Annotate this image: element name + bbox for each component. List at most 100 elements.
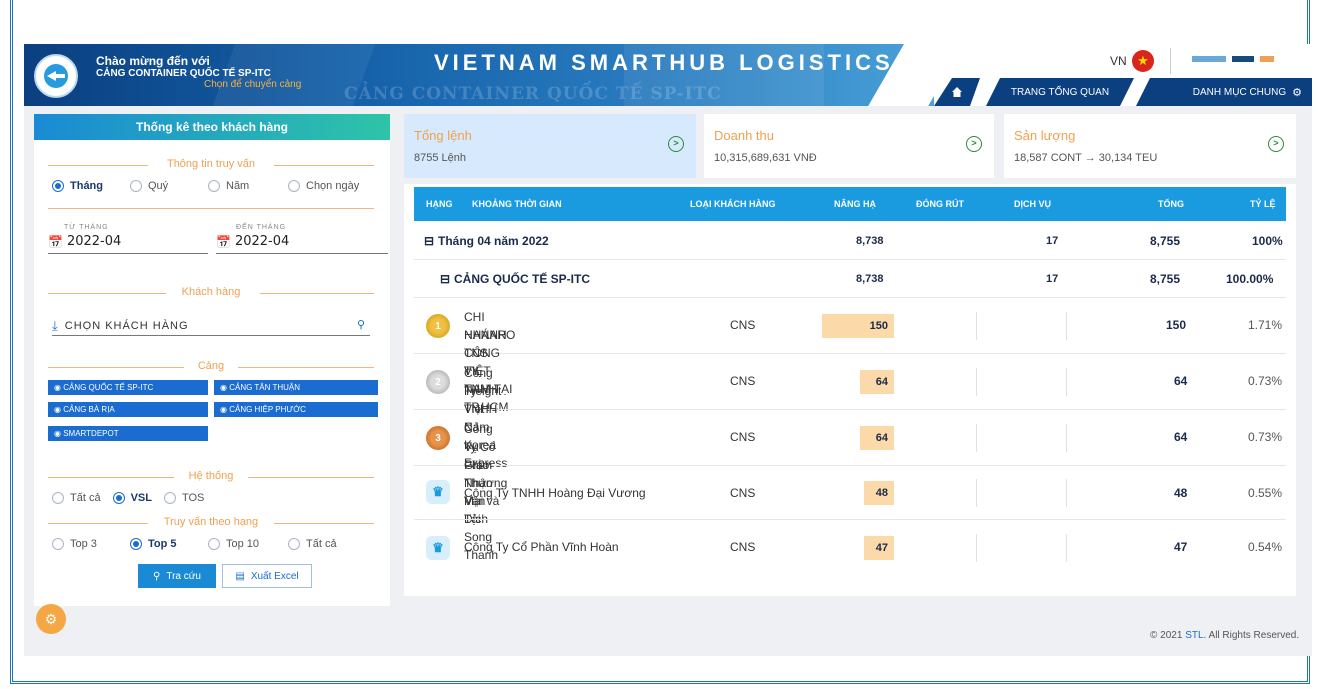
port-label: SMARTDEPOT	[63, 429, 119, 438]
ratio-value: 0.55%	[1248, 486, 1283, 500]
radio-system-tos[interactable]: TOS	[163, 492, 204, 504]
radio-rank-all[interactable]: Tất cả	[288, 538, 337, 550]
ratio-value: 0.73%	[1248, 430, 1283, 444]
nav-overview[interactable]: TRANG TỔNG QUAN	[986, 78, 1134, 106]
cell-divider	[976, 479, 977, 507]
cell-divider	[976, 312, 977, 340]
nav-catalog[interactable]: DANH MỤC CHUNG ⚙	[1136, 78, 1312, 106]
card-total-orders[interactable]: Tổng lệnh 8755 Lệnh >	[404, 114, 696, 178]
subgroup-row[interactable]: ⊟ CẢNG QUỐC TẾ SP-ITC 8,738 17 8,755 100…	[414, 260, 1286, 298]
search-button-label: Tra cứu	[166, 570, 201, 582]
cell-divider	[976, 424, 977, 452]
footer-brand-link[interactable]: STL	[1185, 630, 1203, 641]
file-icon: ▤	[235, 570, 245, 582]
radio-label: Tất cả	[70, 492, 101, 504]
period-radio-group: Tháng Quý Năm Chọn ngày	[52, 180, 359, 192]
search-icon[interactable]: ⚲	[357, 318, 366, 331]
filter-panel: Thống kê theo khách hàng Thông tin truy …	[34, 114, 390, 606]
customer-name: Công Ty TNHH Hoàng Đại Vương	[464, 486, 646, 500]
lift-value: 47	[864, 536, 894, 560]
table-row[interactable]: 3 Công Ty Cổ Phần Thương Mại và Dịch Vụ G…	[414, 410, 1286, 562]
total-value: 150	[1166, 318, 1187, 332]
user-name-placeholder	[1232, 56, 1254, 62]
card-title: Tổng lệnh	[414, 128, 472, 143]
arrow-right-icon[interactable]: >	[668, 136, 684, 152]
customer-select[interactable]: ⤓ CHỌN KHÁCH HÀNG ⚲	[52, 316, 370, 336]
export-excel-button[interactable]: ▤ Xuất Excel	[222, 564, 312, 588]
header-separator	[1170, 48, 1171, 74]
port-chip-ba-ria[interactable]: ◉ CẢNG BÀ RỊA	[48, 402, 208, 417]
home-icon	[951, 86, 963, 98]
export-button-label: Xuất Excel	[250, 570, 299, 582]
user-menu[interactable]	[1192, 56, 1274, 62]
radio-system-all[interactable]: Tất cả	[52, 492, 101, 504]
subgroup-ratio: 100.00%	[1226, 272, 1274, 286]
col-ratio: TỶ LỆ	[1250, 199, 1276, 209]
radio-label: Top 5	[148, 538, 177, 550]
card-revenue[interactable]: Doanh thu 10,315,689,631 VNĐ >	[704, 114, 994, 178]
section-port: Cảng	[48, 360, 374, 374]
radio-top3[interactable]: Top 3	[52, 538, 130, 550]
col-lift: NÂNG HẠ	[834, 199, 876, 209]
eye-icon: ◉	[54, 383, 64, 392]
panel-title: Thống kê theo khách hàng	[34, 114, 390, 140]
header: CẢNG CONTAINER QUỐC TẾ SP-ITC Chào mừng …	[24, 44, 1312, 106]
user-avatar-placeholder	[1260, 56, 1274, 62]
table-header: HẠNG KHOẢNG THỜI GIAN LOẠI KHÁCH HÀNG NÂ…	[414, 187, 1286, 221]
subgroup-total: 8,755	[1150, 272, 1181, 286]
stats-table: HẠNG KHOẢNG THỜI GIAN LOẠI KHÁCH HÀNG NÂ…	[404, 184, 1296, 596]
radio-top5[interactable]: Top 5	[130, 538, 208, 550]
arrow-right-icon[interactable]: >	[966, 136, 982, 152]
collapse-icon[interactable]: ⊟	[440, 272, 450, 286]
collapse-icon[interactable]: ⊟	[424, 234, 434, 248]
group-row[interactable]: ⊟ Tháng 04 năm 2022 8,738 17 8,755 100%	[414, 222, 1286, 260]
radio-custom-date[interactable]: Chọn ngày	[288, 180, 359, 192]
download-icon: ⤓	[52, 317, 59, 333]
to-month-field[interactable]: ĐẾN THÁNG 📅 2022-04	[216, 224, 388, 254]
customer-type: CNS	[730, 486, 756, 500]
radio-label: Tất cả	[306, 538, 337, 550]
section-customer-label: Khách hàng	[181, 286, 241, 298]
cell-divider	[1066, 368, 1067, 396]
table-row[interactable]: 1 CHI NHÁNH CÔNG TY TNHH HANARO TNS VIỆT …	[414, 298, 1286, 414]
col-rank: HẠNG	[426, 199, 453, 209]
port-chip-sp-itc[interactable]: ◉ CẢNG QUỐC TẾ SP-ITC	[48, 380, 208, 395]
arrow-right-icon[interactable]: >	[1268, 136, 1284, 152]
port-chip-smartdepot[interactable]: ◉ SMARTDEPOT	[48, 426, 208, 441]
switch-port-link[interactable]: Chọn để chuyển cảng	[204, 79, 301, 90]
col-customer-type: LOẠI KHÁCH HÀNG	[690, 199, 776, 209]
radio-quarter[interactable]: Quý	[130, 180, 208, 192]
language-label[interactable]: VN	[1110, 54, 1127, 68]
group-total: 8,755	[1150, 234, 1181, 248]
section-query-label: Thông tin truy vấn	[166, 158, 256, 170]
radio-top10[interactable]: Top 10	[208, 538, 288, 550]
port-label: CẢNG BÀ RỊA	[63, 405, 115, 414]
table-row[interactable]: ♛ Công Ty TNHH Hoàng Đại Vương CNS 48 48…	[414, 466, 1286, 520]
port-switcher[interactable]: Chào mừng đến với CẢNG CONTAINER QUỐC TẾ…	[96, 54, 301, 90]
customer-type: CNS	[730, 430, 756, 444]
radio-label: VSL	[130, 492, 152, 504]
divider	[48, 208, 374, 209]
radio-month[interactable]: Tháng	[52, 180, 130, 192]
table-row[interactable]: ♛ Công Ty Cổ Phần Vĩnh Hoàn CNS 47 47 0.…	[414, 520, 1286, 576]
vietnam-flag-icon[interactable]: ★	[1132, 50, 1154, 72]
card-volume[interactable]: Sản lượng 18,587 CONT → 30,134 TEU >	[1004, 114, 1296, 178]
settings-fab-gear-icon[interactable]: ⚙	[36, 604, 66, 634]
search-button[interactable]: ⚲ Tra cứu	[138, 564, 216, 588]
port-logo[interactable]	[34, 54, 78, 98]
section-rank-label: Truy vấn theo hạng	[163, 516, 259, 528]
from-month-field[interactable]: TỪ THÁNG 📅 2022-04	[48, 224, 208, 254]
to-month-label: ĐẾN THÁNG	[236, 224, 287, 231]
radio-system-vsl[interactable]: VSL	[112, 492, 152, 504]
card-value: 18,587 CONT → 30,134 TEU	[1014, 152, 1158, 164]
table-row[interactable]: 2 Công Ty TNHH CJ Korea Express Freight V…	[414, 354, 1286, 470]
port-chip-tan-thuan[interactable]: ◉ CẢNG TÂN THUẬN	[214, 380, 378, 395]
port-chip-hiep-phuoc[interactable]: ◉ CẢNG HIỆP PHƯỚC	[214, 402, 378, 417]
lift-value: 150	[822, 314, 894, 338]
total-value: 64	[1174, 374, 1188, 388]
total-value: 64	[1174, 430, 1188, 444]
subgroup-label: CẢNG QUỐC TẾ SP-ITC	[454, 272, 591, 286]
customer-type: CNS	[730, 318, 756, 332]
radio-year[interactable]: Năm	[208, 180, 288, 192]
radio-label: Tháng	[70, 180, 103, 192]
